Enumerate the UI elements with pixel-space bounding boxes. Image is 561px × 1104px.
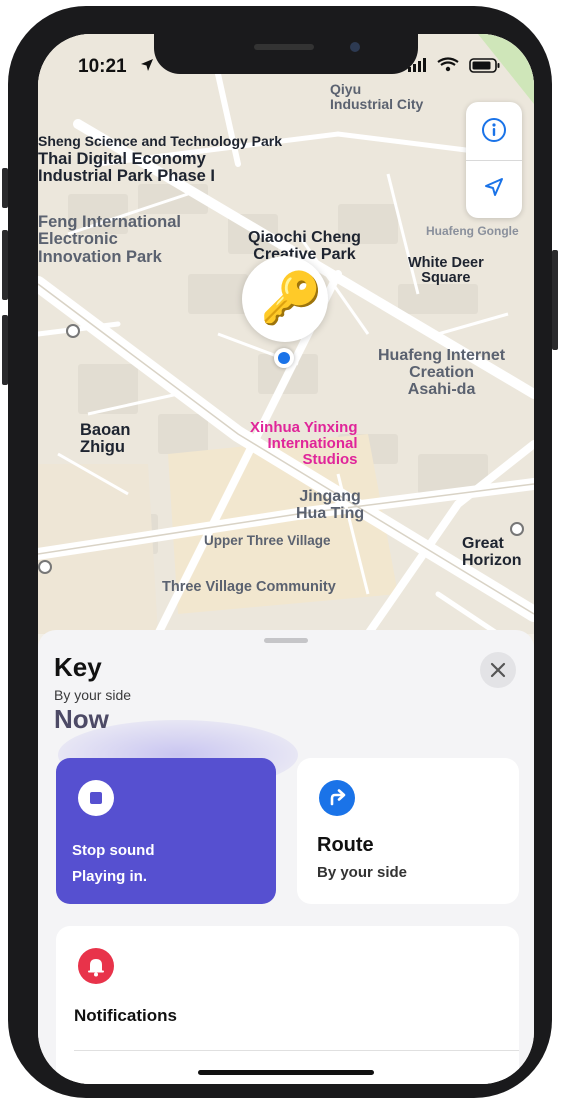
poi-marker[interactable]: [66, 324, 80, 338]
map-label-qiaochi-cheng: Qiaochi Cheng Creative Park: [248, 229, 361, 263]
map-label-jingang-hua-ting: Jingang Hua Ting: [296, 488, 365, 522]
camera: [350, 42, 360, 52]
item-subtitle: By your side: [54, 687, 132, 703]
item-detail-sheet: Key By your side Now Stop sound Playing …: [38, 630, 534, 1084]
map-label-great-horizon: Great Horizon: [462, 535, 522, 569]
notifications-label: Notifications: [74, 1006, 177, 1025]
volume-down-button: [2, 315, 8, 385]
key-icon: 🔑: [260, 270, 323, 326]
speaker: [254, 44, 314, 50]
map-label-white-deer: White Deer Square: [408, 255, 484, 287]
status-bar: 10:21: [38, 34, 534, 94]
route-button[interactable]: Route By your side: [297, 758, 519, 904]
stop-icon: [78, 780, 114, 816]
location-dot: [274, 348, 294, 368]
map-label-sheng-park: Sheng Science and Technology Park: [38, 133, 283, 149]
notch: [154, 34, 418, 74]
notifications-section[interactable]: Notifications: [56, 926, 519, 1084]
poi-marker[interactable]: [38, 560, 52, 574]
home-indicator[interactable]: [198, 1070, 374, 1075]
map-label-upper-three-village: Upper Three Village: [204, 533, 331, 548]
item-title: Key: [54, 652, 102, 682]
close-button[interactable]: [480, 652, 516, 688]
map-label-huafeng-gongle: Huafeng Gongle: [426, 224, 519, 238]
stop-sound-button[interactable]: Stop sound Playing in.: [56, 758, 276, 904]
mute-switch: [2, 168, 8, 208]
power-button: [552, 250, 558, 350]
close-icon: [490, 662, 506, 678]
map-label-feng-international: Feng International Electronic Innovation P…: [38, 213, 182, 266]
signal-icon: [408, 67, 411, 72]
map-label-thai-digital: Thai Digital Economy Industrial Park Phas…: [38, 150, 215, 186]
sheet-grabber[interactable]: [264, 638, 308, 643]
item-status: Now: [54, 704, 109, 734]
location-arrow-icon[interactable]: [481, 174, 507, 200]
stop-sound-label: Stop sound: [72, 842, 155, 859]
info-icon[interactable]: [480, 116, 508, 144]
location-services-icon: [141, 59, 153, 71]
map-label-xinhua-yinxing: Xinhua Yinxing International Studios: [250, 419, 358, 468]
map-label-baoan-zhigu: Baoan Zhigu: [80, 421, 131, 457]
screen: Qiyu Industrial City Sheng Science and Te…: [38, 34, 534, 1084]
route-subtitle: By your side: [317, 864, 408, 881]
key-pin[interactable]: 🔑: [242, 256, 328, 342]
volume-up-button: [2, 230, 8, 300]
route-label: Route: [317, 834, 374, 856]
stop-sound-status: Playing in.: [72, 868, 148, 885]
poi-marker[interactable]: [510, 522, 524, 536]
bell-icon: [78, 948, 114, 984]
status-time: 10:21: [78, 56, 127, 77]
map-controls: [466, 102, 522, 218]
map-label-three-village-community: Three Village Community: [162, 579, 336, 595]
control-divider: [466, 160, 522, 161]
status-icons: [408, 57, 500, 73]
route-arrow-icon: [319, 780, 355, 816]
notifications-divider: [74, 1050, 519, 1051]
map-label-huafeng-internet: Huafeng Internet Creation Asahi-da: [378, 347, 506, 398]
map-view[interactable]: Qiyu Industrial City Sheng Science and Te…: [38, 34, 534, 634]
